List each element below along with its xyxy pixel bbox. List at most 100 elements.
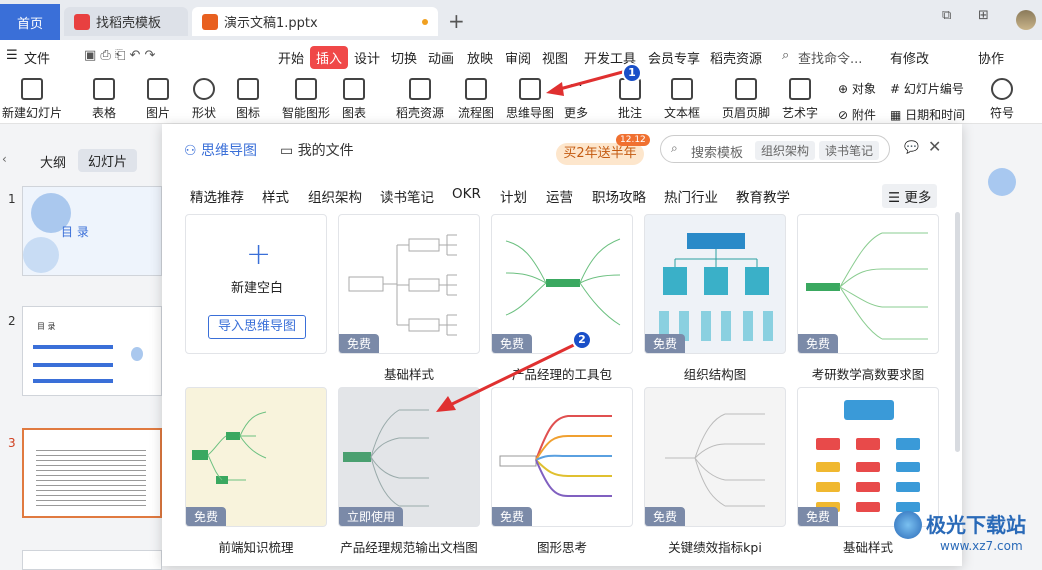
tab-template[interactable]: 找稻壳模板 [64,7,188,36]
tab-bar: 首页 找稻壳模板 演示文稿1.pptx + ⧉ ⊞ [0,0,1042,40]
quick-access-icons[interactable]: ▣ ⎙ ⎗ ↶ ↷ [84,48,155,63]
flowchart-button[interactable]: 流程图 [458,78,494,121]
header-footer-button[interactable]: 页眉页脚 [722,78,770,121]
use-now-badge: 立即使用 [339,507,404,526]
promo-button[interactable]: 买2年送半年 [556,143,644,165]
import-mindmap-button[interactable]: 导入思维导图 [208,315,306,339]
icon-button[interactable]: 图标 [236,78,260,121]
search-tag-notes[interactable]: 读书笔记 [819,141,880,160]
tab-outline[interactable]: 大纲 [40,152,66,171]
slide-number-button[interactable]: # 幻灯片编号 [890,80,964,97]
menu-slideshow[interactable]: 放映 [467,48,493,67]
changes-indicator[interactable]: 有修改 [890,48,929,67]
category-item[interactable]: 精选推荐 [190,186,244,206]
textbox-button[interactable]: 文本框 [664,78,700,121]
image-button[interactable]: 图片 [146,78,170,121]
annotation-arrow-2 [436,340,581,412]
category-item[interactable]: OKR [452,186,481,202]
header-footer-label: 页眉页脚 [722,106,771,120]
grid-icon[interactable]: ⊞ [978,8,989,23]
slide-title: 目 录 [61,225,89,239]
category-item[interactable]: 样式 [262,186,289,206]
daoke-resource-label: 稻壳资源 [396,106,445,120]
slide-thumb-2[interactable]: 目 录 [22,306,162,396]
more-label: 更多 [564,106,589,120]
wordart-button[interactable]: 艺术字 [782,78,818,121]
menu-design[interactable]: 设计 [354,48,380,67]
shape-label: 形状 [192,106,217,120]
smart-graphic-button[interactable]: 智能图形 [282,78,330,121]
window-layout-icon[interactable]: ⧉ [942,8,951,23]
category-item[interactable]: 教育教学 [736,186,790,206]
smart-graphic-label: 智能图形 [282,106,331,120]
menu-review[interactable]: 审阅 [505,48,531,67]
template-search[interactable]: ⌕ 搜索模板 组织架构 读书笔记 [660,135,890,163]
template-card[interactable]: 免费 [797,214,939,354]
dialog-header: ⚇ 思维导图 ▭ 我的文件 买2年送半年 12.12 ⌕ 搜索模板 组织架构 读… [162,124,962,176]
menu-animation[interactable]: 动画 [428,48,454,67]
slide-decor [131,347,143,361]
avatar[interactable] [1016,10,1036,30]
category-item[interactable]: 读书笔记 [380,186,434,206]
tab-document[interactable]: 演示文稿1.pptx [192,7,438,36]
template-card[interactable]: 免费 [644,387,786,527]
new-slide-button[interactable]: 新建幻灯片 [2,78,62,121]
collab-button[interactable]: 协作 [978,48,1004,67]
menu-file[interactable]: 文件 [24,48,50,67]
feedback-icon[interactable]: 💬 [904,140,919,154]
shape-button[interactable]: 形状 [192,78,216,121]
new-blank-card[interactable]: + 新建空白 导入思维导图 [185,214,327,354]
menu-start[interactable]: 开始 [278,48,304,67]
hamburger-icon[interactable]: ☰ [6,48,18,63]
slide-thumb-1[interactable]: 目 录 [22,186,162,276]
image-icon [147,78,169,100]
free-badge: 免费 [492,507,533,526]
canvas-decor [988,168,1016,196]
category-item[interactable]: 热门行业 [664,186,718,206]
daoke-resource-button[interactable]: 稻壳资源 [396,78,444,121]
collapse-icon[interactable]: ‹ [2,152,7,166]
datetime-button[interactable]: ▦ 日期和时间 [890,106,965,123]
daoke-resource-icon [409,78,431,100]
free-badge: 免费 [798,507,839,526]
object-button[interactable]: ⊕ 对象 [838,80,876,97]
menu-daoke[interactable]: 稻壳资源 [710,48,762,67]
table-button[interactable]: 表格 [92,78,116,121]
command-search[interactable]: 查找命令... [798,48,862,67]
template-card[interactable]: 免费 [644,214,786,354]
menu-insert[interactable]: 插入 [310,46,349,69]
slide-line [33,379,113,383]
menu-member[interactable]: 会员专享 [648,48,700,67]
category-item[interactable]: 计划 [500,186,527,206]
ribbon: 新建幻灯片 表格 图片 形状 图标 智能图形 图表 稻壳资源 流程图 思维导图 … [0,72,1042,124]
search-tag-org[interactable]: 组织架构 [755,141,816,160]
free-badge: 免费 [339,334,380,353]
close-icon[interactable]: ✕ [928,137,941,156]
window-controls: ⧉ ⊞ [942,6,1042,30]
tab-myfiles[interactable]: ▭ 我的文件 [280,140,354,160]
symbol-button[interactable]: 符号 [990,78,1014,121]
chart-button[interactable]: 图表 [342,78,366,121]
dialog-scrollbar[interactable] [955,212,960,452]
new-tab-icon[interactable]: + [448,9,465,33]
search-icon: ⌕ [782,48,790,63]
category-item[interactable]: 运营 [546,186,573,206]
template-card[interactable]: 免费 [185,387,327,527]
mindmap-label: 思维导图 [506,106,555,120]
template-card[interactable]: 免费 [491,214,633,354]
tab-slides[interactable]: 幻灯片 [78,149,138,172]
slide-thumb-3[interactable] [22,428,162,518]
tab-home[interactable]: 首页 [0,4,60,40]
category-item[interactable]: 职场攻略 [592,186,646,206]
wordart-label: 艺术字 [782,106,819,120]
menu-transition[interactable]: 切换 [391,48,417,67]
slide-thumb-4[interactable] [22,550,162,570]
new-slide-label: 新建幻灯片 [2,106,63,120]
more-categories-button[interactable]: ☰ 更多 [882,184,938,208]
template-title: 前端知识梳理 [218,540,294,555]
template-card[interactable]: 免费 [338,214,480,354]
textbox-label: 文本框 [664,106,701,120]
category-item[interactable]: 组织架构 [308,186,362,206]
attachment-button[interactable]: ⊘ 附件 [838,106,876,123]
tab-mindmap[interactable]: ⚇ 思维导图 [184,140,257,160]
